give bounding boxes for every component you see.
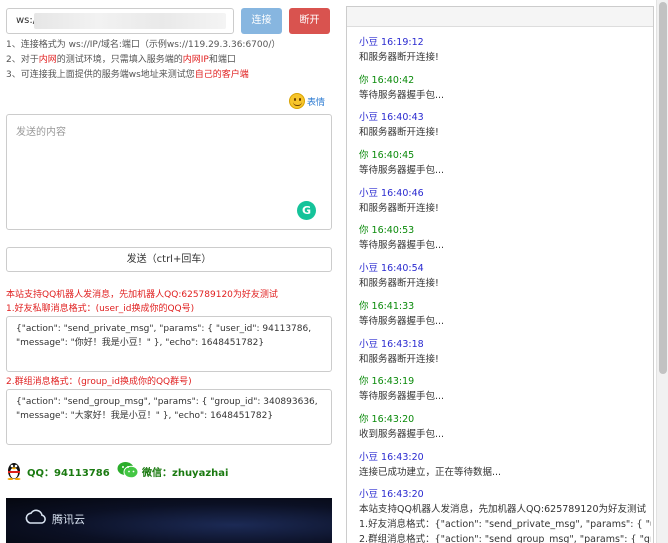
- log-entry-sender: 你 16:41:33: [359, 300, 415, 312]
- message-textarea[interactable]: 发送的内容: [6, 114, 332, 230]
- message-log: 小豆 16:19:12 和服务器断开连接! 你 16:40:42 等待服务器握手包..…: [359, 35, 651, 543]
- log-entry-sender: 你 16:40:42: [359, 74, 415, 86]
- log-entry-message: 收到服务器握手包...: [359, 428, 445, 440]
- log-entry-message: 等待服务器握手包...: [359, 165, 445, 177]
- private-msg-example[interactable]: {"action": "send_private_msg", "params":…: [6, 316, 332, 372]
- grammarly-icon[interactable]: G: [297, 201, 316, 220]
- wechat-icon: [117, 462, 139, 479]
- log-entry-message: 和服务器断开连接!: [359, 278, 439, 290]
- tip-2-d: 内网IP: [182, 55, 209, 65]
- robot-notice: 本站支持QQ机器人发消息，先加机器人QQ:625789120为好友测试 1.好友…: [6, 288, 336, 316]
- log-entry: 你 16:40:53 等待服务器握手包...: [359, 223, 651, 261]
- emoji-label: 表情: [307, 98, 326, 108]
- log-entry-message: 连接已成功建立，正在等待数据...: [359, 466, 502, 478]
- tip-3-b: 自己的客户端: [194, 70, 249, 80]
- log-entry-sender: 小豆 16:40:54: [359, 263, 424, 275]
- notice-line-1: 本站支持QQ机器人发消息，先加机器人QQ:625789120为好友测试: [6, 290, 278, 300]
- scrollbar-thumb[interactable]: [659, 2, 667, 374]
- log-entry: 你 16:41:33 等待服务器握手包...: [359, 299, 651, 337]
- tencent-cloud-text: 腾讯云: [52, 513, 85, 526]
- log-entry: 小豆 16:43:18 和服务器断开连接!: [359, 337, 651, 375]
- log-entry-sender: 小豆 16:40:43: [359, 112, 424, 124]
- tip-2: 2、对于内网的测试环境，只需填入服务端的内网IP和端口: [6, 53, 336, 68]
- log-entry-sender: 小豆 16:43:20: [359, 489, 424, 501]
- log-entry: 小豆 16:40:43 和服务器断开连接!: [359, 110, 651, 148]
- page-scrollbar[interactable]: [656, 0, 668, 543]
- log-entry: 你 16:40:45 等待服务器握手包...: [359, 148, 651, 186]
- log-entry-message: 和服务器断开连接!: [359, 202, 439, 214]
- tip-2-c: 的测试环境，只需填入服务端的: [56, 55, 183, 65]
- log-entry-message: 和服务器断开连接!: [359, 127, 439, 139]
- log-entry-line-2: 1.好友消息格式：{"action": "send_private_msg", …: [359, 519, 651, 531]
- group-msg-label: 2.群组消息格式：(group_id换成你的QQ群号): [6, 377, 192, 387]
- page: ws:// 连接 断开 1、连接格式为 ws://IP/域名:端口（示例ws:/…: [0, 0, 668, 543]
- log-entry-message: 等待服务器握手包...: [359, 89, 445, 101]
- tip-2-b: 内网: [38, 55, 57, 65]
- log-entry-message: 等待服务器握手包...: [359, 391, 445, 403]
- connection-row: ws:// 连接 断开: [6, 8, 336, 34]
- log-entry-sender: 你 16:43:20: [359, 413, 415, 425]
- connect-button[interactable]: 连接: [241, 8, 282, 34]
- smiley-icon: [289, 93, 305, 109]
- log-entry-sender: 小豆 16:19:12: [359, 37, 424, 48]
- log-entry-sender: 小豆 16:43:20: [359, 451, 424, 463]
- log-entry-sender: 你 16:43:19: [359, 376, 415, 388]
- wechat-id: 微信：zhuyazhai: [142, 468, 229, 479]
- log-entry-sender: 小豆 16:40:46: [359, 187, 424, 199]
- group-msg-example[interactable]: {"action": "send_group_msg", "params": {…: [6, 389, 332, 445]
- log-entry: 小豆 16:40:46 和服务器断开连接!: [359, 186, 651, 224]
- log-entry: 你 16:40:42 等待服务器握手包...: [359, 73, 651, 111]
- tencent-cloud-logo-icon: [25, 509, 46, 524]
- tencent-cloud-banner[interactable]: 腾讯云: [6, 498, 332, 543]
- notice-line-2: 1.好友私聊消息格式：(user_id换成你的QQ号): [6, 304, 195, 314]
- log-entry-sender: 你 16:40:53: [359, 225, 415, 237]
- disconnect-button[interactable]: 断开: [289, 8, 330, 34]
- tip-3-a: 3、可连接我上面提供的服务端ws地址来测试您: [6, 70, 195, 80]
- log-entry: 小豆 16:40:54 和服务器断开连接!: [359, 261, 651, 299]
- log-entry-last: 小豆 16:43:20 本站支持QQ机器人发消息，先加机器人QQ:6257891…: [359, 487, 651, 543]
- log-entry: 小豆 16:43:20 连接已成功建立，正在等待数据...: [359, 450, 651, 488]
- log-entry-message: 等待服务器握手包...: [359, 240, 445, 252]
- tip-1: 1、连接格式为 ws://IP/域名:端口（示例ws://119.29.3.36…: [6, 40, 281, 50]
- log-entry-sender: 小豆 16:43:18: [359, 338, 424, 350]
- tip-2-e: 和端口: [208, 55, 236, 65]
- send-button[interactable]: 发送（ctrl+回车）: [6, 247, 332, 272]
- log-entry: 小豆 16:19:12 和服务器断开连接!: [359, 35, 651, 73]
- log-entry-message: 等待服务器握手包...: [359, 315, 445, 327]
- log-entry-sender: 你 16:40:45: [359, 150, 415, 162]
- log-header: [347, 7, 653, 27]
- url-redacted: [34, 13, 226, 29]
- connection-tips: 1、连接格式为 ws://IP/域名:端口（示例ws://119.29.3.36…: [6, 38, 336, 83]
- qq-number: QQ：94113786: [27, 468, 110, 479]
- message-placeholder: 发送的内容: [16, 127, 66, 138]
- message-log-panel[interactable]: 小豆 16:19:12 和服务器断开连接! 你 16:40:42 等待服务器握手包..…: [346, 6, 654, 543]
- log-entry-line-3: 2.群组消息格式：{"action": "send_group_msg", "p…: [359, 534, 651, 543]
- log-entry-line-1: 本站支持QQ机器人发消息，先加机器人QQ:625789120为好友测试: [359, 504, 647, 516]
- contact-row: QQ：94113786 微信：zhuyazhai: [6, 460, 336, 480]
- log-entry-message: 和服务器断开连接!: [359, 52, 439, 63]
- tip-2-a: 2、对于: [6, 55, 39, 65]
- log-entry: 你 16:43:19 等待服务器握手包...: [359, 374, 651, 412]
- qq-penguin-icon: [7, 463, 21, 480]
- tip-3: 3、可连接我上面提供的服务端ws地址来测试您自己的客户端: [6, 68, 336, 83]
- log-entry-message: 和服务器断开连接!: [359, 353, 439, 365]
- left-panel: ws:// 连接 断开 1、连接格式为 ws://IP/域名:端口（示例ws:/…: [0, 0, 340, 543]
- log-entry: 你 16:43:20 收到服务器握手包...: [359, 412, 651, 450]
